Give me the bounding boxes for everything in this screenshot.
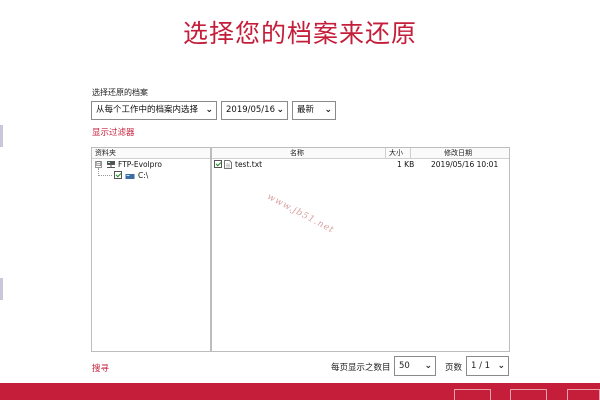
chevron-down-icon: ⌄	[205, 105, 213, 115]
edge-marker	[0, 125, 3, 147]
file-list-header: 名称 大小 修改日期	[212, 148, 509, 159]
drive-icon	[125, 174, 135, 179]
file-modified: 2019/05/16 10:01	[431, 160, 499, 169]
text-file-icon	[224, 160, 232, 169]
version-select[interactable]: 最新 ⌄	[292, 101, 336, 120]
chevron-down-icon: ⌄	[324, 105, 332, 115]
folder-tree-panel: 资料夹 ⊟ FTP-Evolpro C:\	[91, 147, 211, 352]
tree-node-label: C:\	[138, 171, 149, 180]
drive-checkbox[interactable]	[114, 171, 122, 179]
chevron-down-icon: ⌄	[424, 361, 432, 371]
column-header-modified[interactable]: 修改日期	[444, 148, 472, 158]
folder-column-header: 资料夹	[95, 149, 116, 157]
column-header-size[interactable]: 大小	[389, 148, 403, 158]
source-select-value: 从每个工作中的档案内选择	[96, 105, 199, 115]
source-select[interactable]: 从每个工作中的档案内选择 ⌄	[91, 101, 217, 120]
page-label: 页数	[445, 363, 463, 373]
show-filter-link[interactable]: 显示过滤器	[92, 126, 135, 138]
tree-node-label: FTP-Evolpro	[118, 160, 162, 169]
footer-button[interactable]	[510, 389, 547, 400]
page-value: 1 / 1	[471, 361, 491, 371]
file-size: 1 KB	[397, 160, 415, 169]
table-row[interactable]: test.txt 1 KB 2019/05/16 10:01	[212, 159, 509, 170]
folder-tree-header: 资料夹	[92, 148, 210, 159]
chevron-down-icon: ⌄	[497, 361, 505, 371]
per-page-label: 每页显示之数目	[331, 363, 391, 373]
restore-files-label: 选择还原的档案	[92, 88, 148, 97]
page-title: 选择您的档案来还原	[182, 19, 417, 48]
column-separator[interactable]	[410, 148, 411, 158]
column-separator[interactable]	[385, 148, 386, 158]
date-select-value: 2019/05/16	[226, 105, 275, 115]
footer-button[interactable]	[567, 389, 600, 400]
edge-marker	[0, 278, 3, 300]
footer-button[interactable]	[454, 389, 491, 400]
column-header-name[interactable]: 名称	[290, 148, 304, 158]
date-select[interactable]: 2019/05/16 ⌄	[221, 101, 288, 120]
search-link[interactable]: 搜寻	[92, 362, 109, 374]
page-select[interactable]: 1 / 1 ⌄	[466, 356, 509, 376]
file-name: test.txt	[235, 160, 263, 169]
file-list-panel: 名称 大小 修改日期 test.txt 1 KB 2019/05/16 10:0…	[211, 147, 510, 352]
network-drive-icon	[107, 161, 115, 168]
tree-connector	[98, 175, 112, 176]
version-select-value: 最新	[297, 105, 315, 115]
file-checkbox[interactable]	[214, 160, 222, 168]
window-edge	[0, 0, 3, 400]
per-page-select[interactable]: 50 ⌄	[394, 356, 436, 376]
per-page-value: 50	[399, 361, 410, 371]
collapse-toggle[interactable]: ⊟	[95, 161, 102, 168]
chevron-down-icon: ⌄	[276, 105, 284, 115]
